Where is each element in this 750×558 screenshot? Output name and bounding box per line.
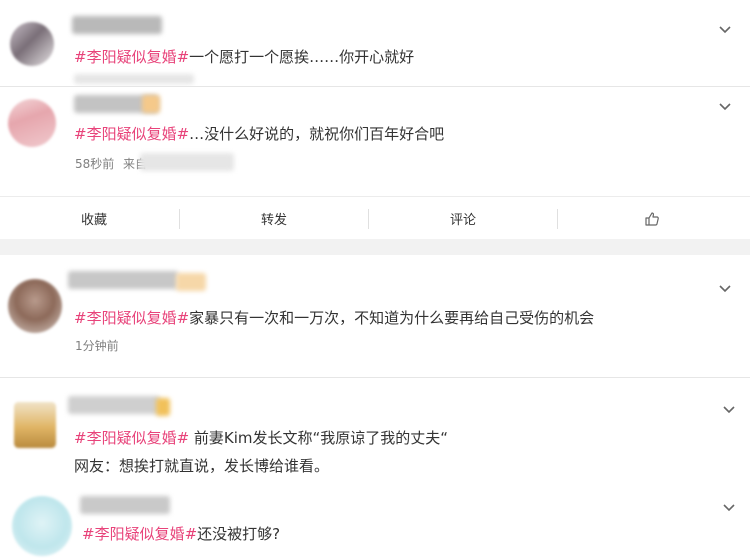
like-button[interactable]: [558, 197, 746, 240]
post-text: #李阳疑似复婚# 前妻Kim发长文称“我原谅了我的丈夫“: [74, 429, 449, 447]
user-badge-blurred: [176, 273, 206, 291]
chevron-down-icon[interactable]: [722, 500, 736, 514]
post-4: #李阳疑似复婚# 前妻Kim发长文称“我原谅了我的丈夫“ 网友：想挨打就直说，发…: [0, 378, 750, 482]
post-time: 58秒前: [75, 157, 115, 171]
section-gap: [0, 239, 750, 255]
post-1: #李阳疑似复婚#一个愿打一个愿挨……你开心就好: [0, 0, 750, 86]
chevron-down-icon[interactable]: [718, 99, 732, 113]
username-blurred[interactable]: [68, 396, 160, 414]
avatar[interactable]: [12, 496, 72, 556]
post-text: #李阳疑似复婚#…没什么好说的，就祝你们百年好合吧: [74, 125, 445, 143]
post-5: #李阳疑似复婚#还没被打够?: [0, 482, 750, 558]
thumbs-up-icon: [645, 211, 659, 226]
hashtag-link[interactable]: #李阳疑似复婚#: [74, 429, 189, 447]
post-text: #李阳疑似复婚#家暴只有一次和一万次，不知道为什么要再给自己受伤的机会: [74, 309, 595, 327]
avatar[interactable]: [8, 279, 62, 333]
user-badge-blurred: [142, 95, 160, 113]
username-blurred[interactable]: [68, 271, 178, 289]
avatar[interactable]: [8, 99, 56, 147]
chevron-down-icon[interactable]: [718, 22, 732, 36]
user-badge-blurred: [156, 398, 170, 416]
source-blurred: [140, 153, 234, 171]
chevron-down-icon[interactable]: [722, 402, 736, 416]
username-blurred[interactable]: [80, 496, 170, 514]
forward-button[interactable]: 转发: [180, 197, 368, 240]
post-text-line2: 网友：想挨打就直说，发长博给谁看。: [74, 457, 330, 475]
post-text: #李阳疑似复婚#一个愿打一个愿挨……你开心就好: [74, 48, 415, 66]
post-3: #李阳疑似复婚#家暴只有一次和一万次，不知道为什么要再给自己受伤的机会 1分钟前: [0, 255, 750, 376]
action-bar: 收藏 转发 评论: [0, 196, 750, 240]
avatar[interactable]: [14, 402, 56, 448]
avatar[interactable]: [10, 22, 54, 66]
post-text: #李阳疑似复婚#还没被打够?: [82, 525, 281, 543]
post-time: 1分钟前: [75, 339, 119, 353]
username-blurred[interactable]: [72, 16, 162, 34]
hashtag-link[interactable]: #李阳疑似复婚#: [74, 125, 189, 143]
meta-blurred: [74, 74, 194, 84]
comment-button[interactable]: 评论: [369, 197, 557, 240]
collect-button[interactable]: 收藏: [0, 197, 188, 240]
hashtag-link[interactable]: #李阳疑似复婚#: [74, 48, 189, 66]
hashtag-link[interactable]: #李阳疑似复婚#: [74, 309, 189, 327]
chevron-down-icon[interactable]: [718, 281, 732, 295]
hashtag-link[interactable]: #李阳疑似复婚#: [82, 525, 197, 543]
